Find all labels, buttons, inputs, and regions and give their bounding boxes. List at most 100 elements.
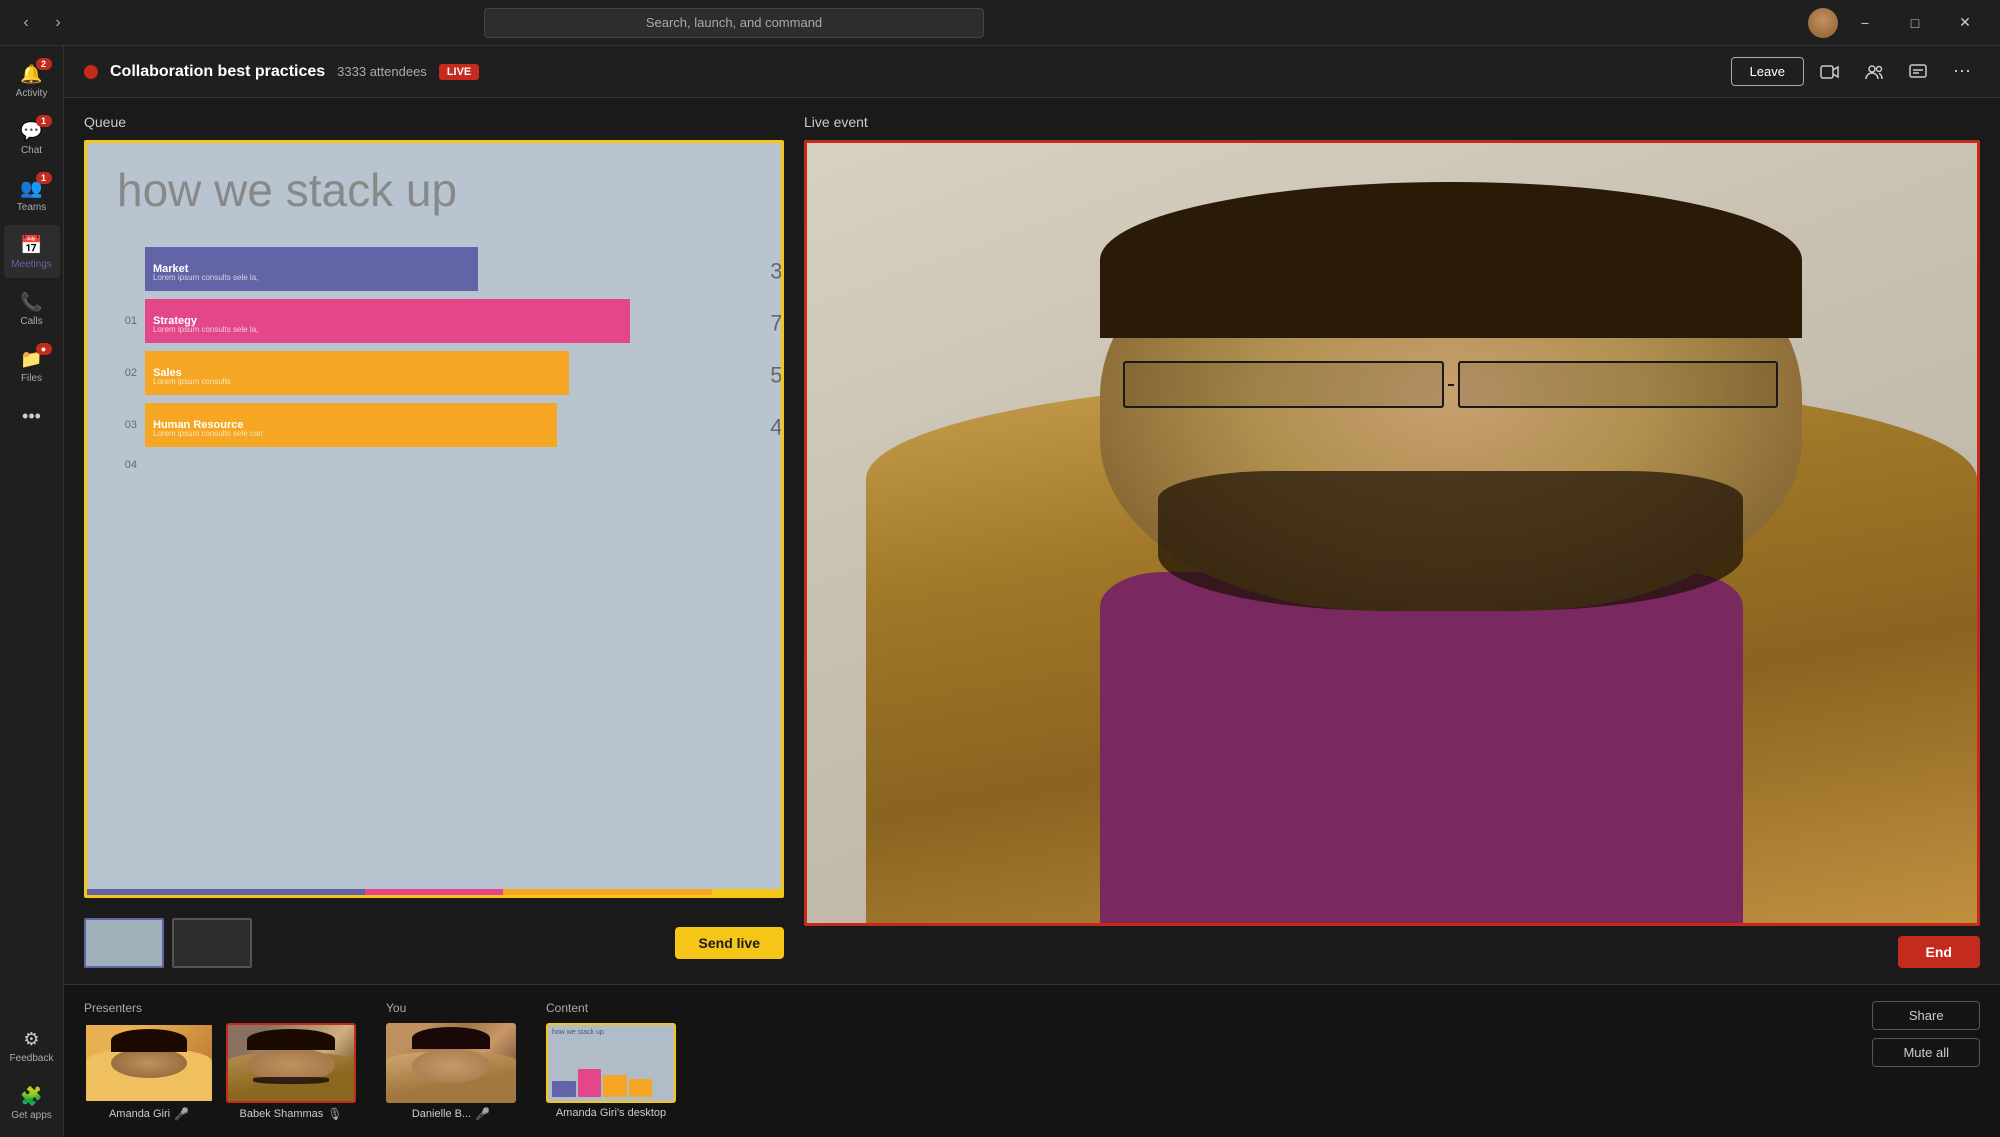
progress-segment-2 bbox=[365, 889, 504, 895]
sidebar-calls-label: Calls bbox=[20, 316, 42, 327]
chart-row-strategy: 01 Strategy Lorem ipsum consults sele la… bbox=[117, 299, 751, 343]
slide-thumb-2[interactable] bbox=[172, 918, 252, 968]
nav-buttons: ‹ › bbox=[12, 9, 72, 37]
presenter-card-amanda: Amanda Giri 🎤 bbox=[84, 1023, 214, 1121]
bar-wrapper-human: Human Resource Lorem ipsum consults sele… bbox=[145, 403, 751, 447]
sidebar-chat-label: Chat bbox=[21, 145, 42, 156]
minimize-button[interactable]: − bbox=[1842, 0, 1888, 46]
chart-row-market: Market Lorem ipsum consults sele la, 31%… bbox=[117, 247, 751, 291]
content-name-text: Amanda Giri's desktop bbox=[556, 1107, 666, 1119]
presenter-thumb-amanda[interactable] bbox=[84, 1023, 214, 1103]
close-button[interactable]: ✕ bbox=[1942, 0, 1988, 46]
bar-wrapper-sales: Sales Lorem ipsum consults 55% Lorem ips… bbox=[145, 351, 751, 395]
sidebar-item-chat[interactable]: 💬 Chat 1 bbox=[4, 111, 60, 164]
presenter-card-babek: Babek Shammas 🎙 bbox=[226, 1023, 356, 1121]
chart-row-human: 03 Human Resource Lorem ipsum consults s… bbox=[117, 403, 751, 447]
more-icon: ••• bbox=[20, 404, 44, 428]
bar-sales: Sales Lorem ipsum consults bbox=[145, 351, 569, 395]
sidebar-item-meetings[interactable]: 📅 Meetings bbox=[4, 225, 60, 278]
sidebar-files-label: Files bbox=[21, 373, 42, 384]
chart-row-04: 04 bbox=[117, 455, 751, 475]
sidebar-item-files[interactable]: 📁 Files ● bbox=[4, 339, 60, 392]
content-thumb-inner: how we stack up bbox=[548, 1025, 674, 1101]
queue-title: Queue bbox=[84, 114, 784, 130]
sidebar-item-feedback[interactable]: ⚙ Feedback bbox=[4, 1019, 60, 1072]
amanda-name-text: Amanda Giri bbox=[109, 1108, 170, 1120]
more-options-button[interactable]: ⋯ bbox=[1944, 54, 1980, 90]
chart-row-sales: 02 Sales Lorem ipsum consults 55% Lorem … bbox=[117, 351, 751, 395]
bottom-right-actions: Share Mute all bbox=[1872, 1001, 1980, 1067]
end-button[interactable]: End bbox=[1898, 936, 1980, 968]
live-dot bbox=[84, 65, 98, 79]
presenter-thumb-babek[interactable] bbox=[226, 1023, 356, 1103]
send-live-button[interactable]: Send live bbox=[675, 927, 784, 959]
you-name-text: Danielle B... bbox=[412, 1108, 471, 1120]
you-thumb[interactable] bbox=[386, 1023, 516, 1103]
you-section: You Danielle B... 🎤 bbox=[386, 1001, 516, 1121]
slide-thumb-1[interactable] bbox=[84, 918, 164, 968]
meetings-icon: 📅 bbox=[20, 233, 44, 257]
activity-badge: 2 bbox=[36, 58, 52, 70]
row-number-01: 01 bbox=[117, 315, 137, 327]
mini-bar-1 bbox=[552, 1081, 576, 1097]
mini-bar-3 bbox=[603, 1075, 627, 1097]
sidebar-feedback-label: Feedback bbox=[10, 1053, 54, 1064]
presenters-section: Presenters Amanda Giri bbox=[84, 1001, 356, 1121]
mini-bar-2 bbox=[578, 1069, 602, 1097]
back-button[interactable]: ‹ bbox=[12, 9, 40, 37]
content-card: how we stack up Amanda Giri's desktop bbox=[546, 1023, 676, 1119]
you-card: Danielle B... 🎤 bbox=[386, 1023, 516, 1121]
main-content: Collaboration best practices 3333 attend… bbox=[64, 46, 2000, 1137]
camera-toggle-button[interactable] bbox=[1812, 54, 1848, 90]
more-options-icon: ⋯ bbox=[1953, 61, 1971, 82]
sidebar-activity-label: Activity bbox=[16, 88, 48, 99]
person-glasses bbox=[1123, 361, 1778, 408]
participants-button[interactable] bbox=[1856, 54, 1892, 90]
maximize-button[interactable]: □ bbox=[1892, 0, 1938, 46]
live-badge: LIVE bbox=[439, 64, 479, 80]
row-number-04: 04 bbox=[117, 459, 137, 471]
you-thumb-img bbox=[386, 1023, 516, 1103]
window-controls: − □ ✕ bbox=[1842, 0, 1988, 46]
share-button[interactable]: Share bbox=[1872, 1001, 1980, 1030]
calls-icon: 📞 bbox=[20, 290, 44, 314]
sidebar-item-getapps[interactable]: 🧩 Get apps bbox=[4, 1076, 60, 1129]
search-bar[interactable]: Search, launch, and command bbox=[484, 8, 984, 38]
you-mic-icon: 🎤 bbox=[475, 1107, 490, 1121]
bar-wrapper-market: Market Lorem ipsum consults sele la, 31%… bbox=[145, 247, 751, 291]
user-avatar[interactable] bbox=[1808, 8, 1838, 38]
meeting-title: Collaboration best practices bbox=[110, 63, 325, 81]
sidebar-item-activity[interactable]: 🔔 Activity 2 bbox=[4, 54, 60, 107]
content-thumb[interactable]: how we stack up bbox=[546, 1023, 676, 1103]
chat-toggle-button[interactable] bbox=[1900, 54, 1936, 90]
babek-name-text: Babek Shammas bbox=[240, 1108, 324, 1120]
feedback-icon: ⚙ bbox=[20, 1027, 44, 1051]
mute-all-button[interactable]: Mute all bbox=[1872, 1038, 1980, 1067]
forward-button[interactable]: › bbox=[44, 9, 72, 37]
live-video bbox=[804, 140, 1980, 926]
presenter-name-amanda: Amanda Giri 🎤 bbox=[109, 1107, 189, 1121]
sidebar-item-more[interactable]: ••• bbox=[4, 396, 60, 436]
you-name: Danielle B... 🎤 bbox=[412, 1107, 490, 1121]
content-section: Content how we stack up bbox=[546, 1001, 676, 1119]
live-event-title: Live event bbox=[804, 114, 1980, 130]
bottom-bar: Presenters Amanda Giri bbox=[64, 984, 2000, 1137]
bar-percent-strategy: 72% bbox=[770, 305, 784, 336]
leave-button[interactable]: Leave bbox=[1731, 57, 1804, 86]
slide-main-title: how we stack up bbox=[117, 163, 751, 217]
sidebar-item-calls[interactable]: 📞 Calls bbox=[4, 282, 60, 335]
header-bar: Collaboration best practices 3333 attend… bbox=[64, 46, 2000, 98]
bar-human: Human Resource Lorem ipsum consults sele… bbox=[145, 403, 557, 447]
row-number-02: 02 bbox=[117, 367, 137, 379]
bar-market: Market Lorem ipsum consults sele la, bbox=[145, 247, 478, 291]
getapps-icon: 🧩 bbox=[20, 1084, 44, 1108]
sidebar: 🔔 Activity 2 💬 Chat 1 👥 Teams 1 📅 Meetin… bbox=[0, 46, 64, 1137]
content-name: Amanda Giri's desktop bbox=[556, 1107, 666, 1119]
content-title: Content bbox=[546, 1001, 676, 1015]
mini-bars bbox=[552, 1057, 670, 1097]
presenter-name-babek: Babek Shammas 🎙 bbox=[240, 1107, 343, 1121]
live-event-actions: End bbox=[804, 936, 1980, 968]
bar-label-market: Market bbox=[153, 263, 188, 275]
sidebar-item-teams[interactable]: 👥 Teams 1 bbox=[4, 168, 60, 221]
attendees-count: 3333 attendees bbox=[337, 64, 427, 79]
